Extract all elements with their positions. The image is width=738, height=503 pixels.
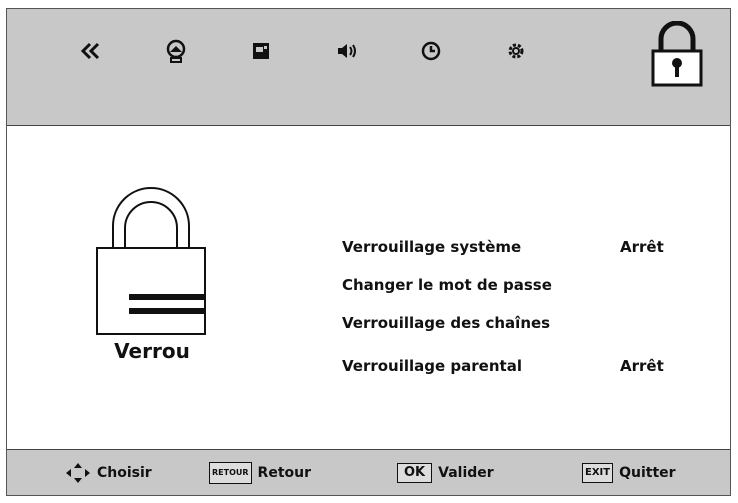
settings-gear-icon[interactable] <box>502 37 530 65</box>
hint-ok-label: Valider <box>438 465 494 481</box>
picture-icon[interactable] <box>162 37 190 65</box>
menu-item-label: Verrouillage des chaînes <box>342 314 551 332</box>
menu-item-channel-lock[interactable]: Verrouillage des chaînes <box>342 310 702 340</box>
dpad-arrows-icon <box>65 462 91 484</box>
menu-item-label: Verrouillage parental <box>342 357 522 375</box>
sound-icon[interactable] <box>332 37 360 65</box>
footer-hint-bar: Choisir RETOUR Retour OK Valider EXIT Qu… <box>7 449 730 495</box>
menu-item-value: Arrêt <box>620 357 664 375</box>
menu-item-label: Verrouillage système <box>342 238 522 256</box>
hint-exit-label: Quitter <box>619 465 676 481</box>
back-double-chevron-icon[interactable] <box>77 37 105 65</box>
hint-exit: EXIT Quitter <box>582 462 676 484</box>
padlock-icon <box>95 186 207 336</box>
menu-item-value: Arrêt <box>620 238 664 256</box>
hint-back-label: Retour <box>257 465 312 481</box>
input-source-icon[interactable] <box>247 37 275 65</box>
back-key-icon: RETOUR <box>209 462 252 484</box>
menu-item-system-lock[interactable]: Verrouillage système Arrêt <box>342 234 702 264</box>
top-nav-bar <box>7 9 730 126</box>
hint-back: RETOUR Retour <box>209 462 311 484</box>
menu-window: Verrou Verrouillage système Arrêt Change… <box>6 8 731 496</box>
menu-item-label: Changer le mot de passe <box>342 276 552 294</box>
hint-choose: Choisir <box>65 462 152 484</box>
lock-icon[interactable] <box>647 21 707 87</box>
hint-ok: OK Valider <box>397 462 494 484</box>
lock-title: Verrou <box>114 339 190 363</box>
exit-key-icon: EXIT <box>582 463 614 483</box>
ok-key-icon: OK <box>397 463 433 483</box>
menu-item-change-password[interactable]: Changer le mot de passe <box>342 272 702 302</box>
menu-item-parental-lock[interactable]: Verrouillage parental Arrêt <box>342 353 702 383</box>
time-icon[interactable] <box>417 37 445 65</box>
hint-choose-label: Choisir <box>97 465 152 481</box>
lock-panel: Verrou Verrouillage système Arrêt Change… <box>7 126 730 449</box>
